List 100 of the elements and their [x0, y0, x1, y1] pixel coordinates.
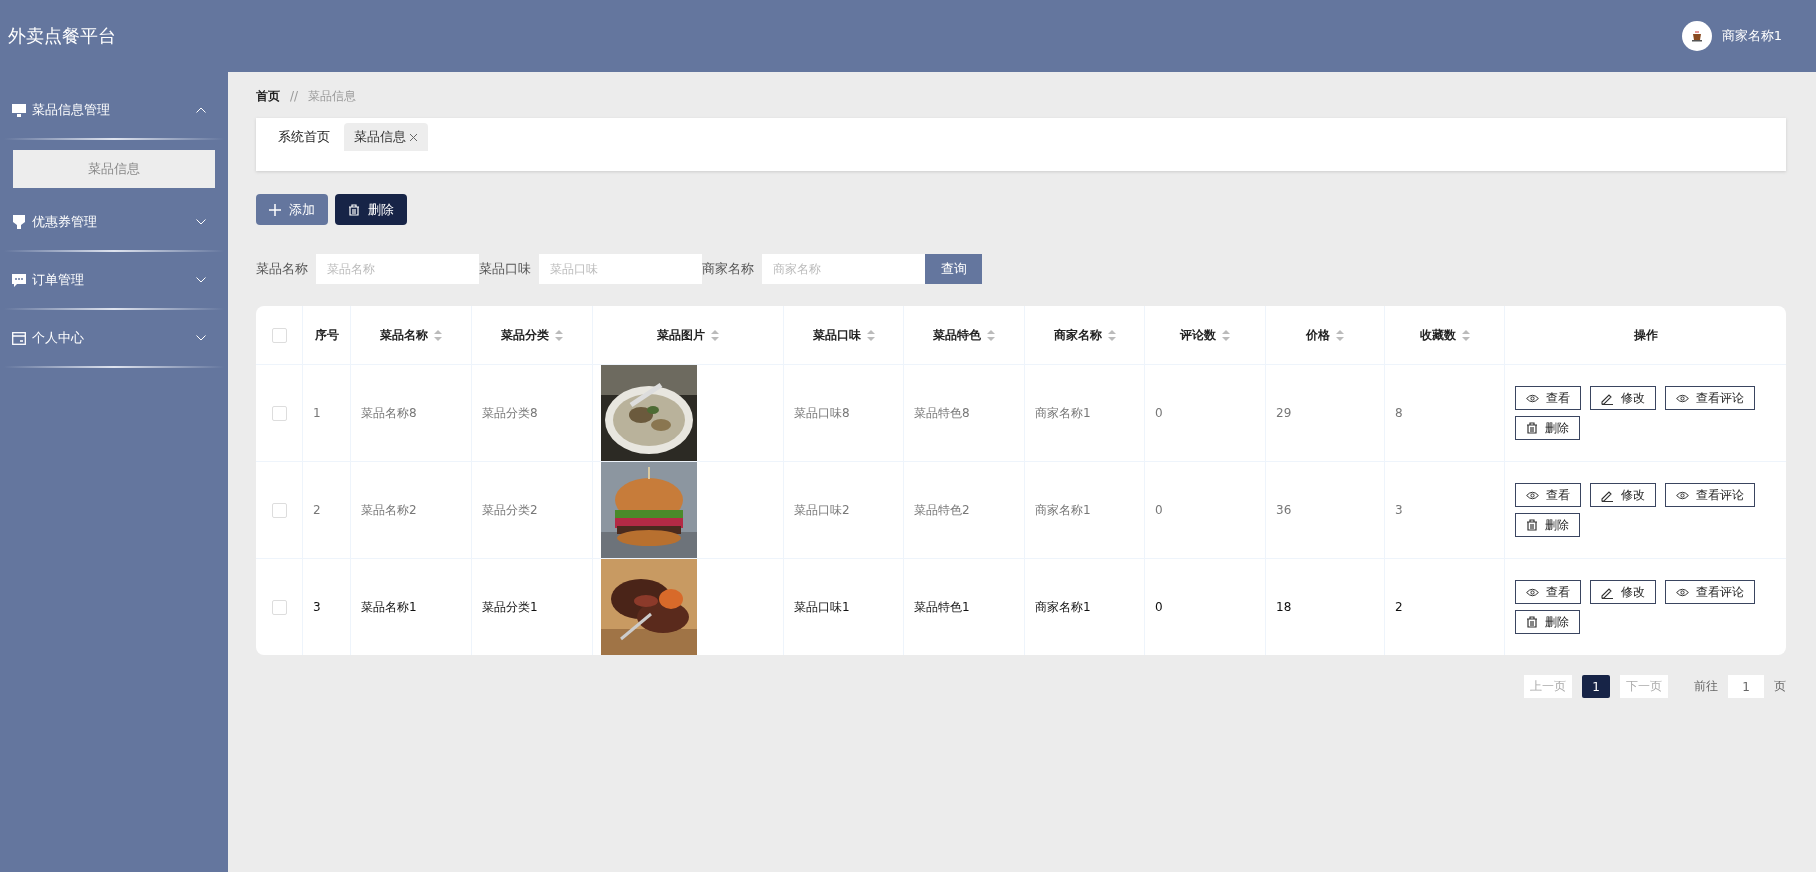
table-cell: 菜品名称8 — [361, 405, 417, 420]
table-cell: 2 — [1395, 600, 1403, 614]
delete-button[interactable]: 删除 — [1515, 513, 1580, 537]
sort-icon[interactable] — [555, 329, 563, 341]
search-field[interactable]: 菜品名称 — [316, 254, 479, 284]
app-title: 外卖点餐平台 — [8, 24, 116, 48]
column-header: 操作 — [1633, 326, 1658, 344]
sidebar-item[interactable]: 个人中心 — [0, 310, 228, 366]
page-input[interactable]: 1 — [1728, 675, 1764, 698]
trash-icon — [1526, 519, 1538, 531]
sort-icon[interactable] — [1107, 329, 1116, 341]
edit-button[interactable]: 修改 — [1590, 580, 1656, 604]
chevron-down-icon — [196, 277, 206, 283]
eye-icon — [1526, 393, 1539, 403]
table-cell: 3 — [1395, 503, 1403, 517]
sidebar-item[interactable]: 优惠券管理 — [0, 194, 228, 250]
table-cell: 菜品口味1 — [794, 599, 850, 614]
table-cell: 0 — [1155, 503, 1163, 517]
edit-button[interactable]: 修改 — [1590, 386, 1656, 410]
monitor-icon — [12, 103, 26, 117]
tab[interactable]: 系统首页 — [268, 123, 340, 151]
checkbox[interactable] — [271, 502, 287, 518]
delete-button[interactable]: 删除 — [1515, 416, 1580, 440]
table-cell: 8 — [1395, 406, 1403, 420]
sort-icon[interactable] — [866, 329, 875, 341]
trash-icon — [1526, 422, 1538, 434]
eye-icon — [1676, 587, 1689, 597]
table-cell: 菜品特色1 — [914, 599, 970, 614]
funnel-icon — [12, 215, 26, 229]
field-label: 菜品口味 — [479, 260, 531, 278]
column-header: 收藏数 — [1419, 326, 1456, 344]
column-header: 价格 — [1306, 326, 1330, 344]
breadcrumb-item[interactable]: 首页 — [256, 87, 280, 105]
view-button[interactable]: 查看评论 — [1665, 580, 1755, 604]
table-cell: 18 — [1276, 600, 1292, 614]
table-cell: 菜品分类1 — [482, 599, 538, 614]
column-header: 菜品口味 — [812, 326, 861, 344]
column-header: 序号 — [314, 326, 339, 344]
view-button[interactable]: 查看评论 — [1665, 483, 1755, 507]
add-button[interactable]: 添加 — [256, 194, 328, 225]
search-field[interactable]: 商家名称 — [762, 254, 925, 284]
goto-label: 前往 — [1694, 678, 1718, 695]
table-cell: 2 — [313, 503, 321, 517]
column-header: 菜品名称 — [380, 326, 428, 344]
table-cell: 菜品分类2 — [482, 502, 538, 517]
chevron-up-icon — [196, 107, 206, 113]
table-cell: 36 — [1276, 503, 1292, 517]
sidebar-item[interactable]: 菜品信息管理 — [0, 82, 228, 138]
page-suffix: 页 — [1774, 678, 1786, 695]
table-cell: 菜品分类8 — [482, 405, 538, 420]
sort-icon[interactable] — [1461, 329, 1470, 341]
table-cell: 0 — [1155, 406, 1163, 420]
table-cell: 菜品特色8 — [914, 405, 970, 420]
column-header: 菜品图片 — [657, 326, 705, 344]
field-label: 菜品名称 — [256, 260, 308, 278]
eye-icon — [1526, 587, 1539, 597]
table-cell: 菜品口味2 — [794, 502, 850, 517]
table-cell: 菜品名称1 — [361, 599, 417, 614]
view-button[interactable]: 查看 — [1515, 580, 1581, 604]
sidebar-item[interactable]: 订单管理 — [0, 252, 228, 308]
table-cell: 商家名称1 — [1035, 599, 1091, 614]
checkbox[interactable] — [271, 599, 287, 615]
column-header: 商家名称 — [1053, 326, 1102, 344]
page-button[interactable]: 1 — [1582, 675, 1610, 698]
delete-button[interactable]: 删除 — [335, 194, 407, 225]
delete-button[interactable]: 删除 — [1515, 610, 1580, 634]
close-icon[interactable] — [409, 132, 418, 142]
chat-icon — [12, 273, 26, 287]
avatar-icon[interactable] — [1681, 21, 1712, 51]
sort-icon[interactable] — [1222, 329, 1230, 341]
chevron-down-icon — [196, 219, 206, 225]
breadcrumb-item: 菜品信息 — [308, 87, 357, 105]
eye-icon — [1676, 490, 1689, 500]
sort-icon[interactable] — [711, 329, 719, 341]
table-cell: 菜品特色2 — [914, 502, 970, 517]
eye-icon — [1526, 490, 1539, 500]
user-name[interactable]: 商家名称1 — [1721, 27, 1782, 45]
column-header: 菜品分类 — [501, 326, 549, 344]
sort-icon[interactable] — [434, 329, 442, 341]
query-button[interactable]: 查询 — [925, 254, 982, 284]
table-cell: 商家名称1 — [1035, 502, 1091, 517]
table-cell: 3 — [313, 600, 321, 614]
tab[interactable]: 菜品信息 — [344, 123, 428, 151]
view-button[interactable]: 查看 — [1515, 483, 1581, 507]
checkbox[interactable] — [271, 327, 287, 343]
table-cell: 菜品口味8 — [794, 405, 850, 420]
sort-icon[interactable] — [987, 329, 995, 341]
table-cell: 1 — [313, 406, 321, 420]
sort-icon[interactable] — [1336, 329, 1344, 341]
search-field[interactable]: 菜品口味 — [539, 254, 702, 284]
view-button[interactable]: 查看评论 — [1665, 386, 1755, 410]
edit-button[interactable]: 修改 — [1590, 483, 1656, 507]
view-button[interactable]: 查看 — [1515, 386, 1581, 410]
table-cell: 商家名称1 — [1035, 405, 1091, 420]
checkbox[interactable] — [271, 405, 287, 421]
chevron-down-icon — [196, 335, 206, 341]
table-cell: 29 — [1276, 406, 1292, 420]
field-label: 商家名称 — [702, 260, 754, 278]
eye-icon — [1676, 393, 1689, 403]
column-header: 菜品特色 — [933, 326, 981, 344]
